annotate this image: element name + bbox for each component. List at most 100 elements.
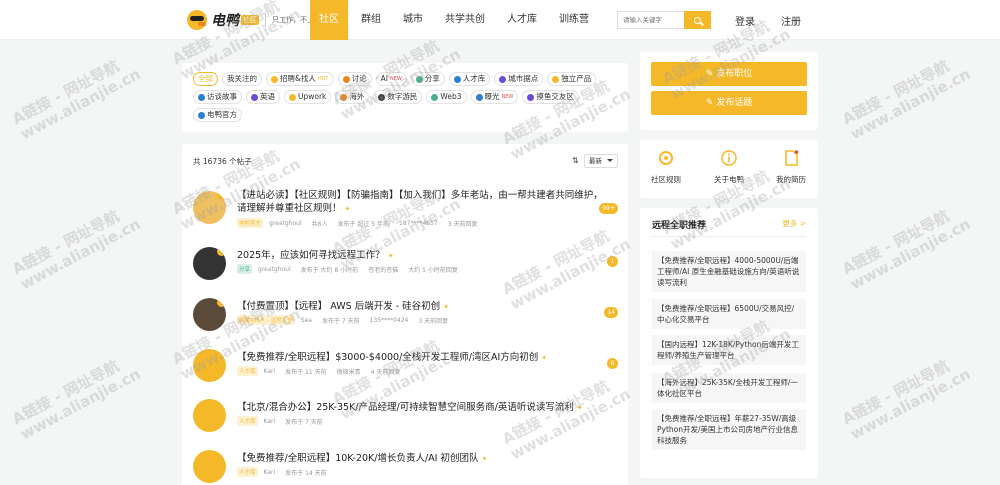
- tag-row1-5[interactable]: 分享: [410, 72, 445, 86]
- avatar[interactable]: [193, 298, 226, 331]
- nav-colearn[interactable]: 共学共创: [436, 0, 494, 40]
- quick-resume-label: 我的简历: [776, 175, 806, 184]
- search-input[interactable]: [617, 11, 684, 29]
- pin-star-icon: ✦: [387, 252, 394, 260]
- tag-row1-6[interactable]: 人才库: [448, 72, 491, 86]
- post-reply-time: 3 天前回复: [418, 317, 449, 325]
- quick-rules[interactable]: 社区规则: [641, 150, 691, 185]
- avatar[interactable]: [193, 349, 226, 382]
- post-last-replier[interactable]: 135****0424: [370, 317, 409, 324]
- remote-job-item[interactable]: 【海外远程】25K-35K/全栈开发工程师/一体化社区平台: [652, 373, 806, 403]
- nomad-icon: [378, 93, 386, 101]
- tag-row2-3[interactable]: 海外: [335, 90, 370, 104]
- watermark-line2: www.alianjie.cn: [847, 364, 974, 444]
- quick-links: 社区规则 关于电鸭 我的简历: [640, 140, 818, 198]
- post-tag[interactable]: 分享: [237, 264, 253, 274]
- post-last-replier[interactable]: 187****4657: [399, 220, 438, 227]
- post-title[interactable]: 【北京/混合办公】25K-35K/产品经理/可持续智慧空间服务商/英语听说读写流…: [237, 399, 583, 413]
- web3-icon: [431, 93, 439, 101]
- remote-job-item[interactable]: 【免费推荐/全职远程】4000-5000U/后端工程师/AI 原生金融基础设施方…: [652, 251, 806, 292]
- post-title[interactable]: 【免费推荐/全职远程】$3000-$4000/全栈开发工程师/湾区AI方向初创 ✦: [237, 349, 547, 363]
- avatar-badge: [217, 298, 226, 307]
- remote-jobs-panel: 远程全职推荐 更多 > 【免费推荐/全职远程】4000-5000U/后端工程师/…: [640, 208, 818, 478]
- tag-row2-5[interactable]: Web3: [426, 90, 467, 104]
- post-tag[interactable]: 人才库: [237, 366, 258, 376]
- post-tag[interactable]: 招聘&找人 - 远程工作: [237, 315, 295, 325]
- post-title[interactable]: 【付费置顶】【远程】 AWS 后端开发 - 硅谷初创 ✦: [237, 298, 449, 312]
- tag-row1-1[interactable]: 我关注的: [222, 72, 262, 86]
- tag-row1-7[interactable]: 城市据点: [494, 72, 544, 86]
- post-item[interactable]: 【免费推荐/全职远程】$3000-$4000/全栈开发工程师/湾区AI方向初创 ✦…: [182, 346, 628, 398]
- watermark-line1: A链接 - 网址导航: [9, 356, 123, 429]
- search-button[interactable]: [684, 11, 711, 29]
- quick-resume[interactable]: 我的简历: [766, 150, 816, 185]
- nav-cities[interactable]: 城市: [394, 0, 432, 40]
- post-title-text: 【北京/混合办公】25K-35K/产品经理/可持续智慧空间服务商/英语听说读写流…: [237, 402, 574, 413]
- tag-row3-0[interactable]: 电鸭官方: [193, 108, 242, 122]
- avatar[interactable]: [193, 450, 226, 483]
- post-tag[interactable]: 电鸭官方: [237, 218, 264, 228]
- watermark-line2: www.alianjie.cn: [17, 64, 144, 144]
- post-tag[interactable]: 人才库: [237, 416, 258, 426]
- post-title[interactable]: 2025年，应该如何寻找远程工作？ ✦: [237, 247, 394, 261]
- avatar-badge: [217, 191, 226, 200]
- reply-count-badge: 1: [607, 256, 618, 267]
- post-item[interactable]: 【北京/混合办公】25K-35K/产品经理/可持续智慧空间服务商/英语听说读写流…: [182, 396, 628, 448]
- remote-jobs-more-link[interactable]: 更多 >: [782, 218, 806, 229]
- remote-job-item[interactable]: 【免费推荐/全职远程】6500U/交易风控/中心化交易平台: [652, 299, 806, 329]
- post-item[interactable]: 【付费置顶】【远程】 AWS 后端开发 - 硅谷初创 ✦ 招聘&找人 - 远程工作 S…: [182, 295, 628, 347]
- post-title[interactable]: 【进站必读】【社区规则】【防骗指南】【加入我们】多年老站，由一帮共建者共同维护，…: [237, 189, 607, 216]
- publish-job-label: 发布职位: [716, 69, 753, 79]
- publish-job-button[interactable]: ✎ 发布职位: [651, 62, 807, 86]
- tag-row1-2[interactable]: 招聘&找人 HOT: [266, 72, 334, 86]
- post-title[interactable]: 【免费推荐/全职远程】10K-20K/增长负责人/AI 初创团队 ✦: [237, 450, 487, 464]
- nav-camp[interactable]: 训练营: [550, 0, 598, 40]
- post-author[interactable]: Kari: [264, 469, 276, 476]
- search-icon: [694, 16, 701, 24]
- city-icon: [499, 75, 507, 83]
- post-item[interactable]: 【进站必读】【社区规则】【防骗指南】【加入我们】多年老站，由一帮共建者共同维护，…: [182, 188, 628, 240]
- login-link[interactable]: 登录: [735, 13, 755, 28]
- publish-topic-button[interactable]: ✎ 发布话题: [651, 91, 807, 115]
- tag-row1-4[interactable]: AI NEW: [375, 72, 407, 86]
- remote-job-item[interactable]: 【免费推荐/全职远程】年薪27-35W/高级Python开发/美国上市公司房地产…: [652, 409, 806, 450]
- tag-row1-8[interactable]: 独立产品: [547, 72, 597, 86]
- post-last-replier[interactable]: 苍老的苍猫: [368, 265, 398, 274]
- quick-about[interactable]: 关于电鸭: [704, 150, 754, 185]
- sort-select[interactable]: 最新: [584, 154, 618, 168]
- nav-talent[interactable]: 人才库: [498, 0, 546, 40]
- post-last-replier[interactable]: 微微米青: [337, 367, 361, 376]
- post-item[interactable]: 【免费推荐/全职远程】10K-20K/增长负责人/AI 初创团队 ✦ 人才库 Kari…: [182, 447, 628, 485]
- post-author[interactable]: Kari: [264, 418, 276, 425]
- avatar[interactable]: [193, 191, 226, 224]
- post-author[interactable]: greatghoul: [269, 220, 302, 227]
- avatar[interactable]: [193, 247, 226, 280]
- post-author[interactable]: greatghoul: [258, 266, 291, 273]
- post-meta: 电鸭官方 greatghoul 共6人 发布于 超过 5 年前 187****4657 3…: [237, 218, 487, 228]
- post-time: 发布于 11 天前: [285, 368, 327, 376]
- overseas-icon: [340, 93, 348, 101]
- tag-row2-0[interactable]: 访谈故事: [193, 90, 242, 104]
- tag-row2-4[interactable]: 数字游民: [373, 90, 423, 104]
- site-logo[interactable]: 电鸭 社区 只工作，不上班: [187, 9, 321, 31]
- tag-row1-3[interactable]: 讨论: [337, 72, 372, 86]
- post-author[interactable]: Kari: [264, 368, 276, 375]
- post-time: 发布于 7 天前: [321, 317, 360, 325]
- post-author[interactable]: Sea: [301, 317, 312, 324]
- post-item[interactable]: 2025年，应该如何寻找远程工作？ ✦ 分享 greatghoul 发布于 大约 8 小…: [182, 244, 628, 296]
- tag-row1-0[interactable]: 全部: [193, 72, 218, 86]
- tag-row2-1[interactable]: 英语: [246, 90, 280, 104]
- post-tag[interactable]: 人才库: [237, 467, 258, 477]
- tag-row-1: 全部 我关注的 招聘&找人 HOT 讨论 AI NEW 分享 人才库 城市据点 独立产品: [193, 72, 600, 86]
- avatar-badge: [217, 247, 226, 256]
- tag-row2-2[interactable]: Upwork: [284, 90, 332, 104]
- avatar-badge: [217, 399, 226, 408]
- avatar[interactable]: [193, 399, 226, 432]
- pin-star-icon: ✦: [576, 404, 583, 412]
- register-link[interactable]: 注册: [781, 13, 801, 28]
- remote-job-item[interactable]: 【国内远程】12K-18K/Python后端开发工程师/养殖生产管理平台: [652, 335, 806, 365]
- tag-row2-6[interactable]: 曝光 NEW: [470, 90, 519, 104]
- nav-community[interactable]: 社区: [310, 0, 348, 40]
- tag-row2-7[interactable]: 摸鱼交友区: [522, 90, 579, 104]
- nav-groups[interactable]: 群组: [352, 0, 390, 40]
